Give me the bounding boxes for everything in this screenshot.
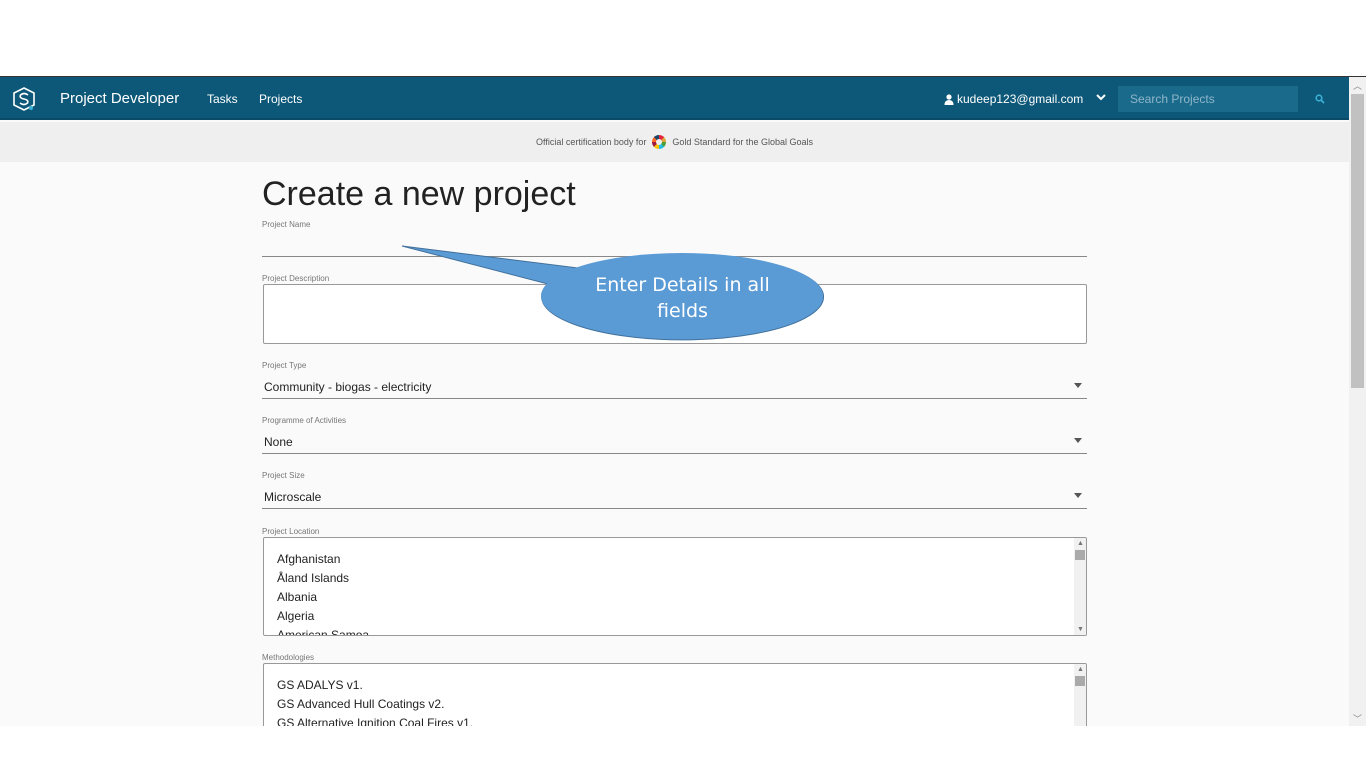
project-type-label: Project Type [262, 361, 307, 370]
page-scrollbar-thumb[interactable] [1351, 94, 1364, 388]
project-name-label: Project Name [262, 220, 311, 229]
scroll-up-icon[interactable]: ▲ [1077, 540, 1084, 547]
listbox-scrollbar[interactable]: ▲ ▼ [1074, 538, 1086, 635]
caret-down-icon [1074, 383, 1082, 388]
search-button[interactable] [1300, 86, 1340, 112]
list-item[interactable]: Åland Islands [264, 569, 1086, 588]
list-item[interactable]: GS ADALYS v1. [264, 676, 1086, 695]
brand-title[interactable]: Project Developer [60, 90, 179, 107]
project-name-input[interactable] [262, 229, 1087, 257]
project-size-label: Project Size [262, 471, 305, 480]
project-location-label: Project Location [262, 527, 320, 536]
scroll-up-icon[interactable]: ▲ [1077, 666, 1084, 673]
scrollbar-thumb[interactable] [1075, 676, 1085, 686]
app-window: Project Developer Tasks Projects kudeep1… [0, 76, 1366, 726]
chevron-down-icon[interactable] [1094, 90, 1108, 104]
list-item[interactable]: Algeria [264, 607, 1086, 626]
scroll-up-icon[interactable]: ︿ [1353, 79, 1362, 92]
listbox-scrollbar[interactable]: ▲ [1074, 664, 1086, 726]
scrollbar-thumb[interactable] [1075, 550, 1085, 560]
nav-link-projects[interactable]: Projects [259, 92, 302, 106]
top-navbar: Project Developer Tasks Projects kudeep1… [0, 77, 1349, 120]
callout-line-1: Enter Details in all [595, 274, 770, 296]
callout-line-2: fields [657, 300, 708, 322]
user-menu[interactable]: kudeep123@gmail.com [944, 92, 1083, 106]
cert-prefix: Official certification body for [536, 137, 647, 147]
page-scrollbar[interactable]: ︿ ﹀ [1349, 77, 1366, 726]
project-type-select[interactable]: Community - biogas - electricity [262, 375, 1087, 399]
list-item[interactable]: Albania [264, 588, 1086, 607]
search-icon [1315, 94, 1325, 104]
list-item[interactable]: GS Alternative Ignition Coal Fires v1. [264, 714, 1086, 726]
caret-down-icon [1074, 438, 1082, 443]
scroll-down-icon[interactable]: ▼ [1077, 626, 1084, 633]
project-size-value: Microscale [264, 490, 322, 504]
scroll-down-icon[interactable]: ﹀ [1353, 712, 1362, 725]
cert-org: Gold Standard for the Global Goals [672, 137, 813, 147]
list-item[interactable]: Afghanistan [264, 550, 1086, 569]
programme-select[interactable]: None [262, 430, 1087, 454]
certification-bar: Official certification body for Gold Sta… [0, 122, 1349, 162]
caret-down-icon [1074, 493, 1082, 498]
project-description-label: Project Description [262, 274, 330, 283]
app-logo-icon[interactable] [11, 86, 37, 112]
programme-label: Programme of Activities [262, 416, 347, 425]
methodologies-listbox[interactable]: GS ADALYS v1. GS Advanced Hull Coatings … [263, 663, 1087, 726]
list-item[interactable]: GS Advanced Hull Coatings v2. [264, 695, 1086, 714]
list-item[interactable]: American Samoa [264, 626, 1086, 635]
nav-link-tasks[interactable]: Tasks [207, 92, 238, 106]
user-email: kudeep123@gmail.com [957, 92, 1084, 106]
project-size-select[interactable]: Microscale [262, 485, 1087, 509]
search-input[interactable] [1118, 86, 1298, 112]
user-icon [944, 93, 954, 105]
methodologies-label: Methodologies [262, 653, 315, 662]
sdg-wheel-icon [652, 135, 667, 149]
page-title: Create a new project [262, 175, 576, 213]
project-type-value: Community - biogas - electricity [264, 380, 432, 394]
programme-value: None [264, 435, 293, 449]
callout-text: Enter Details in all fields [560, 272, 805, 324]
project-location-listbox[interactable]: Afghanistan Åland Islands Albania Algeri… [263, 537, 1087, 636]
